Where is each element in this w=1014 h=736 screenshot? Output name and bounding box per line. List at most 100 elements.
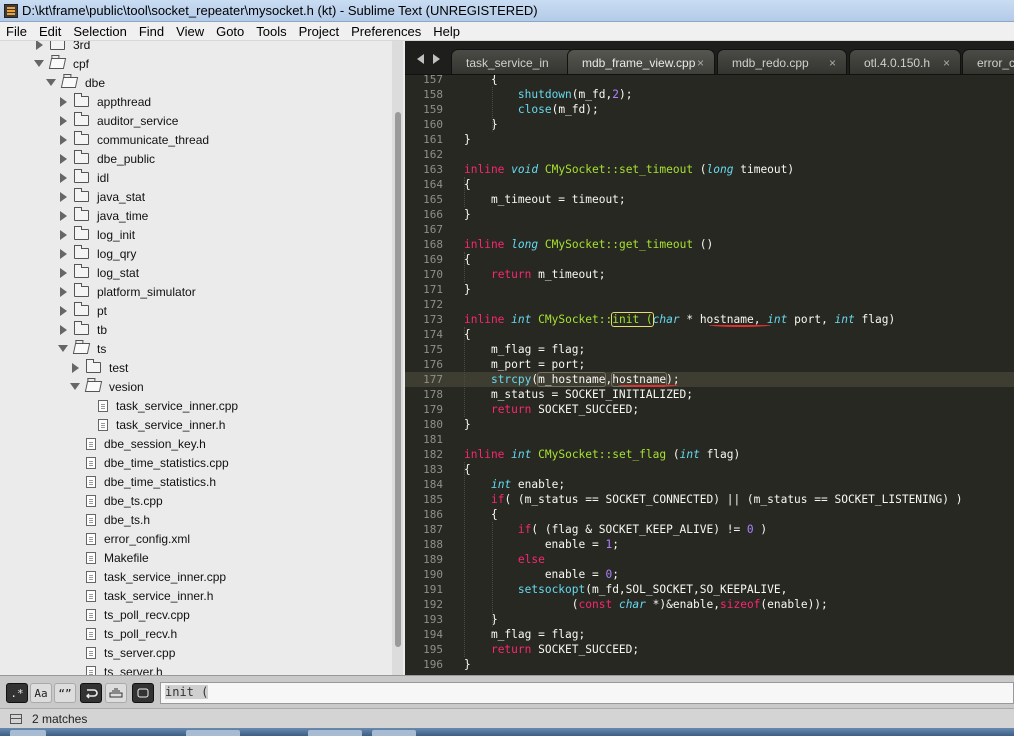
menu-goto[interactable]: Goto bbox=[210, 24, 250, 39]
code-line[interactable]: m_flag = flag; bbox=[464, 342, 585, 357]
code-editor[interactable]: 157 158 159 160 161 162 163 164 165 166 167 168 169 1… bbox=[405, 75, 1014, 675]
sidebar-folder[interactable]: java_stat bbox=[58, 187, 145, 206]
code-line[interactable]: return SOCKET_SUCCEED; bbox=[464, 642, 639, 657]
in-selection-toggle-button[interactable] bbox=[105, 683, 127, 703]
chevron-right-icon[interactable] bbox=[58, 320, 68, 339]
sidebar-folder[interactable]: vesion bbox=[70, 377, 144, 396]
close-icon[interactable]: × bbox=[829, 56, 836, 70]
panel-toggle-icon[interactable] bbox=[10, 713, 22, 724]
code-line[interactable]: } bbox=[464, 657, 471, 672]
chevron-right-icon[interactable] bbox=[58, 282, 68, 301]
code-line[interactable]: inline long CMySocket::get_timeout () bbox=[464, 237, 713, 252]
sidebar-folder[interactable]: pt bbox=[58, 301, 107, 320]
sidebar-file[interactable]: ts_server.h bbox=[70, 662, 163, 675]
sidebar-file[interactable]: ts_server.cpp bbox=[70, 643, 175, 662]
sidebar-folder[interactable]: log_init bbox=[58, 225, 135, 244]
chevron-right-icon[interactable] bbox=[58, 149, 68, 168]
sidebar-folder[interactable]: appthread bbox=[58, 92, 151, 111]
code-line[interactable]: m_flag = flag; bbox=[464, 627, 585, 642]
sidebar-file[interactable]: error_config.xml bbox=[70, 529, 190, 548]
code-line[interactable]: } bbox=[464, 417, 471, 432]
whole-word-toggle-button[interactable]: “” bbox=[54, 683, 76, 703]
code-line[interactable]: setsockopt(m_fd,SOL_SOCKET,SO_KEEPALIVE, bbox=[464, 582, 787, 597]
find-input[interactable]: init ( bbox=[160, 682, 1014, 704]
code-line[interactable]: int enable; bbox=[464, 477, 565, 492]
chevron-right-icon[interactable] bbox=[58, 111, 68, 130]
sidebar-folder[interactable]: test bbox=[70, 358, 128, 377]
sidebar-file[interactable]: ts_poll_recv.h bbox=[70, 624, 177, 643]
sidebar-folder[interactable]: auditor_service bbox=[58, 111, 178, 130]
code-line[interactable]: { bbox=[464, 462, 471, 477]
sidebar-folder[interactable]: platform_simulator bbox=[58, 282, 196, 301]
code-line[interactable]: (const char *)&enable,sizeof(enable)); bbox=[464, 597, 828, 612]
taskbar-app-button[interactable] bbox=[372, 730, 416, 736]
case-sensitive-toggle-button[interactable]: Aa bbox=[30, 683, 52, 703]
highlight-matches-toggle-button[interactable] bbox=[132, 683, 154, 703]
editor-tab[interactable]: otl.4.0.150.h × bbox=[849, 49, 961, 74]
menu-help[interactable]: Help bbox=[427, 24, 466, 39]
code-line[interactable]: enable = 1; bbox=[464, 537, 619, 552]
sidebar-folder[interactable]: dbe_public bbox=[58, 149, 155, 168]
chevron-right-icon[interactable] bbox=[58, 263, 68, 282]
chevron-down-icon[interactable] bbox=[46, 73, 56, 92]
code-line[interactable]: { bbox=[464, 327, 471, 342]
close-icon[interactable]: × bbox=[943, 56, 950, 70]
menu-find[interactable]: Find bbox=[133, 24, 170, 39]
sidebar-folder[interactable]: log_qry bbox=[58, 244, 136, 263]
code-line[interactable]: if( (m_status == SOCKET_CONNECTED) || (m… bbox=[464, 492, 963, 507]
chevron-down-icon[interactable] bbox=[34, 54, 44, 73]
chevron-right-icon[interactable] bbox=[70, 358, 80, 377]
code-line[interactable]: if( (flag & SOCKET_KEEP_ALIVE) != 0 ) bbox=[464, 522, 767, 537]
code-line[interactable]: return SOCKET_SUCCEED; bbox=[464, 402, 639, 417]
menu-tools[interactable]: Tools bbox=[250, 24, 292, 39]
menu-view[interactable]: View bbox=[170, 24, 210, 39]
sidebar-file[interactable]: Makefile bbox=[70, 548, 149, 567]
sidebar-folder[interactable]: log_stat bbox=[58, 263, 139, 282]
sidebar-file[interactable]: ts_poll_recv.cpp bbox=[70, 605, 190, 624]
code-line[interactable]: shutdown(m_fd,2); bbox=[464, 87, 633, 102]
taskbar-app-button[interactable] bbox=[186, 730, 240, 736]
tab-scroll-right-icon[interactable] bbox=[433, 54, 440, 64]
sidebar-file[interactable]: dbe_time_statistics.h bbox=[70, 472, 216, 491]
code-line[interactable]: else bbox=[464, 552, 545, 567]
code-line[interactable]: } bbox=[464, 207, 471, 222]
code-line[interactable]: inline int CMySocket::init (char * hostn… bbox=[464, 312, 895, 327]
sidebar-file[interactable]: task_service_inner.cpp bbox=[70, 567, 226, 586]
chevron-down-icon[interactable] bbox=[70, 377, 80, 396]
sidebar-folder[interactable]: tb bbox=[58, 320, 107, 339]
code-line[interactable]: { bbox=[464, 252, 471, 267]
chevron-right-icon[interactable] bbox=[34, 41, 44, 54]
code-line[interactable]: } bbox=[464, 132, 471, 147]
sidebar-folder[interactable]: ts bbox=[58, 339, 106, 358]
sidebar-folder[interactable]: java_time bbox=[58, 206, 148, 225]
code-line[interactable]: { bbox=[464, 177, 471, 192]
sidebar-file[interactable]: task_service_inner.h bbox=[70, 586, 213, 605]
code-line[interactable]: return m_timeout; bbox=[464, 267, 606, 282]
editor-tab[interactable]: mdb_frame_view.cpp × bbox=[567, 49, 715, 74]
sidebar-file[interactable]: dbe_time_statistics.cpp bbox=[70, 453, 229, 472]
code-line[interactable]: m_port = port; bbox=[464, 357, 585, 372]
code-line[interactable]: } bbox=[464, 282, 471, 297]
sidebar-file[interactable]: task_service_inner.cpp bbox=[82, 396, 238, 415]
chevron-right-icon[interactable] bbox=[58, 206, 68, 225]
wrap-toggle-button[interactable] bbox=[80, 683, 102, 703]
code-line[interactable]: enable = 0; bbox=[464, 567, 619, 582]
editor-tab[interactable]: mdb_redo.cpp × bbox=[717, 49, 847, 74]
code-line[interactable]: inline int CMySocket::set_flag (int flag… bbox=[464, 447, 740, 462]
sidebar-folder[interactable]: dbe bbox=[46, 73, 105, 92]
taskbar-app-button[interactable] bbox=[308, 730, 362, 736]
menu-preferences[interactable]: Preferences bbox=[345, 24, 427, 39]
chevron-right-icon[interactable] bbox=[58, 301, 68, 320]
chevron-right-icon[interactable] bbox=[58, 187, 68, 206]
code-line[interactable]: m_timeout = timeout; bbox=[464, 192, 626, 207]
start-button-icon[interactable] bbox=[10, 730, 46, 736]
chevron-right-icon[interactable] bbox=[58, 92, 68, 111]
editor-tab[interactable]: error_co bbox=[962, 49, 1014, 74]
sidebar-file[interactable]: dbe_session_key.h bbox=[70, 434, 206, 453]
sidebar-file[interactable]: task_service_inner.h bbox=[82, 415, 225, 434]
code-line[interactable]: { bbox=[464, 75, 498, 87]
chevron-right-icon[interactable] bbox=[58, 130, 68, 149]
chevron-down-icon[interactable] bbox=[58, 339, 68, 358]
menu-file[interactable]: File bbox=[0, 24, 33, 39]
code-line[interactable]: m_status = SOCKET_INITIALIZED; bbox=[464, 387, 693, 402]
